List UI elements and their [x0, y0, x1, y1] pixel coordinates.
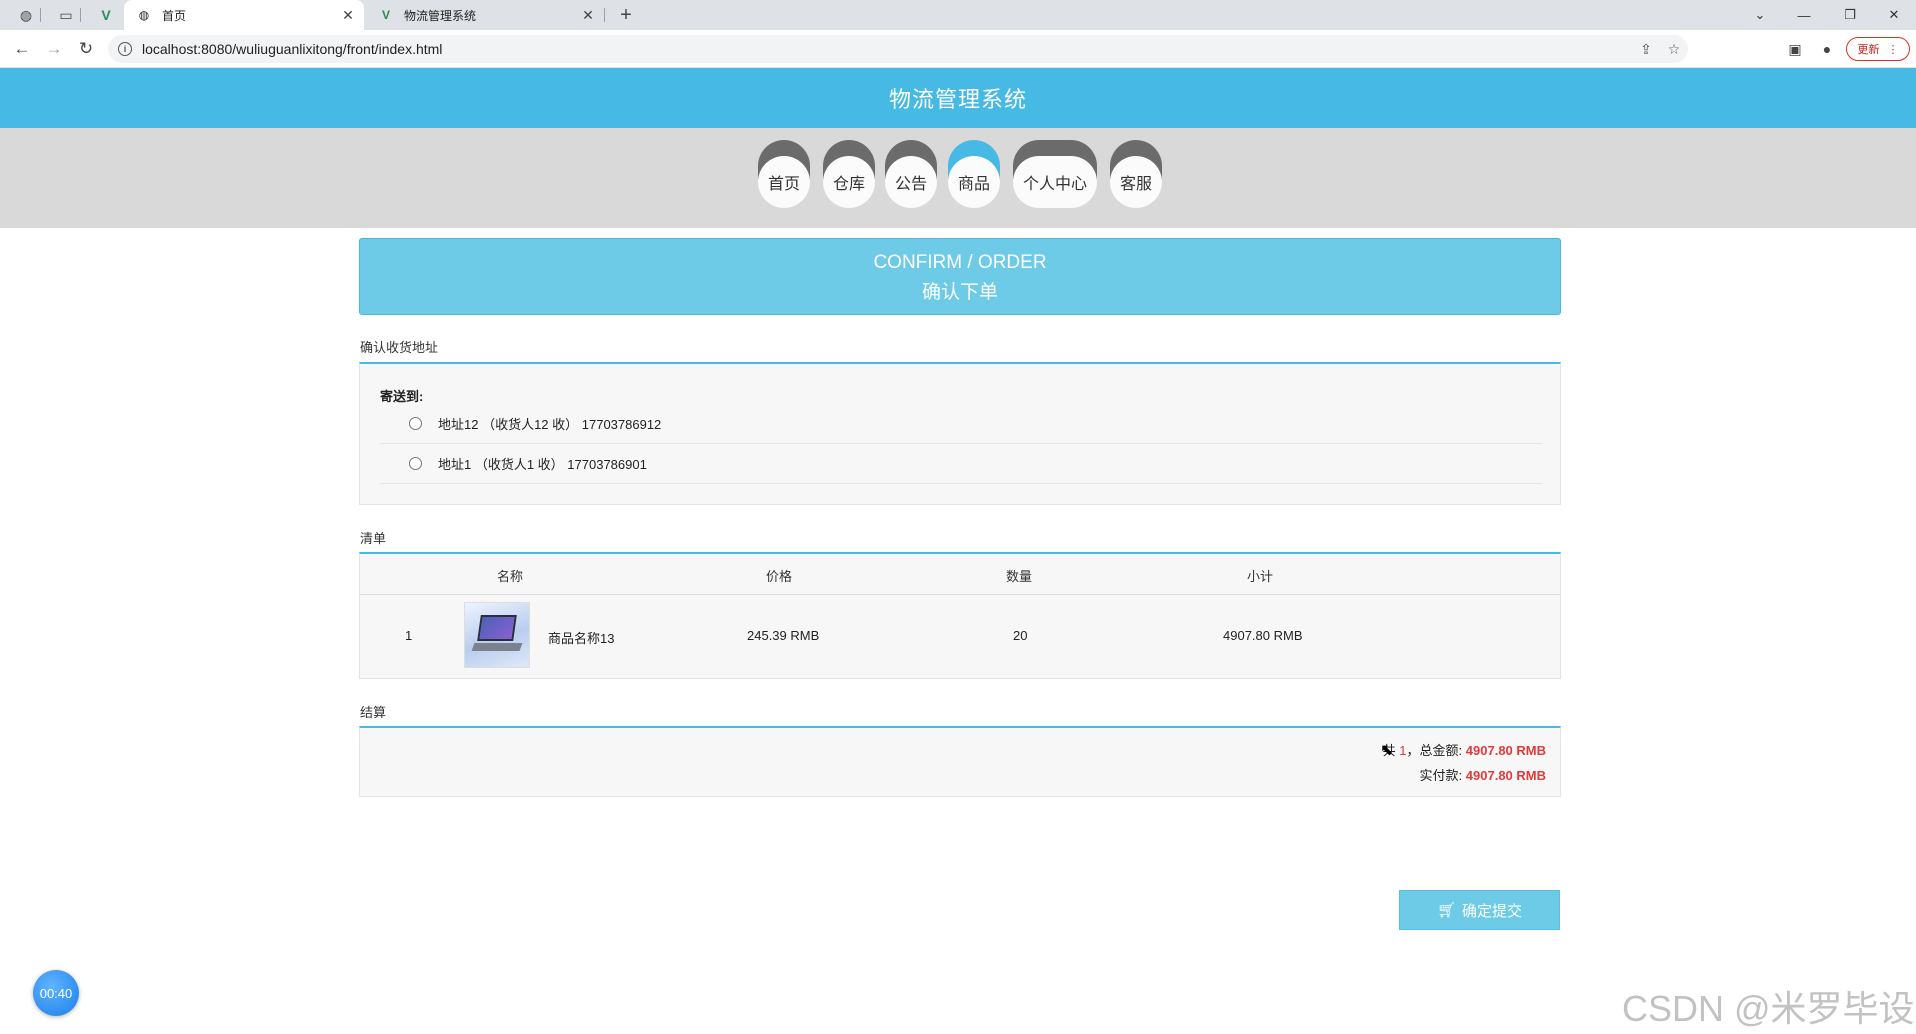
nav-label: 商品: [948, 156, 1000, 208]
radio-button[interactable]: [409, 417, 422, 430]
nav-item-personal-center[interactable]: 个人中心: [1013, 140, 1097, 210]
column-header-qty: 数量: [1006, 569, 1033, 584]
product-qty: 20: [1013, 628, 1028, 643]
tab-home[interactable]: ◍ 首页 ✕: [124, 0, 364, 30]
product-name[interactable]: 商品名称13: [548, 628, 614, 647]
mouse-cursor-icon: ⬉: [1380, 742, 1394, 759]
url-text[interactable]: localhost:8080/wuliuguanlixitong/front/i…: [142, 41, 1632, 57]
banner-title-zh: 确认下单: [921, 282, 998, 303]
banner-title-en: CONFIRM / ORDER: [873, 252, 1047, 273]
close-icon[interactable]: ✕: [578, 7, 598, 24]
share-icon[interactable]: ⇪: [1632, 41, 1660, 58]
update-button[interactable]: 更新 ⋮: [1846, 37, 1910, 61]
laptop-screen: [477, 615, 517, 641]
nav-label: 个人中心: [1013, 156, 1097, 208]
tab-logistics[interactable]: V 物流管理系统 ✕: [366, 0, 604, 30]
plus-icon[interactable]: +: [616, 4, 636, 26]
close-window-icon[interactable]: ✕: [1874, 0, 1914, 30]
column-header-subtotal: 小计: [1247, 569, 1274, 584]
address-text: 地址12 （收货人12 收） 17703786912: [438, 417, 662, 432]
minimize-icon[interactable]: —: [1784, 0, 1824, 30]
recording-timer[interactable]: 00:40: [33, 970, 79, 1016]
table-header: 名称 价格 数量 小计: [360, 554, 1560, 595]
row-index: 1: [405, 628, 413, 643]
browser-toolbar: ← → ↻ i localhost:8080/wuliuguanlixitong…: [0, 30, 1916, 68]
browser-tab-strip: ◍ ▭ V ◍ 首页 ✕ V 物流管理系统 ✕ + ⌄ — ❐ ✕: [0, 0, 1916, 30]
tab-separator: [604, 8, 605, 22]
address-box: 寄送到: 地址12 （收货人12 收） 17703786912 地址1 （收货人…: [359, 362, 1561, 505]
settle-section-title: 结算: [360, 705, 387, 720]
laptop-base: [471, 643, 523, 651]
total-label: ，总金额:: [1406, 743, 1463, 758]
nav-item-warehouse[interactable]: 仓库: [823, 140, 875, 210]
tab-separator: [80, 8, 81, 22]
ship-to-label: 寄送到:: [380, 389, 424, 404]
tab-separator: [40, 8, 41, 22]
vue-logo-icon: V: [381, 8, 390, 22]
nav-item-home[interactable]: 首页: [758, 140, 810, 210]
address-text: 地址1 （收货人1 收） 17703786901: [438, 457, 647, 472]
back-arrow-icon[interactable]: ←: [10, 38, 34, 60]
table-row: 1 商品名称13 245.39 RMB 20 4907.80 RMB: [360, 595, 1560, 677]
product-thumbnail[interactable]: [464, 602, 530, 668]
update-label: 更新: [1857, 44, 1880, 56]
list-section-title: 清单: [360, 531, 387, 546]
confirm-order-banner: CONFIRM / ORDER 确认下单: [359, 238, 1561, 315]
cart-icon: 🛒︎: [1436, 902, 1457, 919]
vue-logo-icon[interactable]: V: [96, 5, 116, 25]
blank-page-icon[interactable]: ▭: [56, 5, 76, 25]
close-icon[interactable]: ✕: [338, 7, 358, 24]
tab-title: 首页: [162, 8, 187, 23]
site-title: 物流管理系统: [888, 87, 1027, 112]
column-header-name: 名称: [497, 569, 524, 584]
product-subtotal: 4907.80 RMB: [1223, 628, 1303, 643]
nav-item-notice[interactable]: 公告: [885, 140, 937, 210]
submit-order-button[interactable]: 🛒︎ 确定提交: [1399, 890, 1560, 930]
tab-title: 物流管理系统: [404, 8, 477, 23]
globe-icon: ◍: [138, 8, 150, 22]
site-header: 物流管理系统: [0, 68, 1916, 128]
reload-icon[interactable]: ↻: [74, 38, 98, 60]
side-panel-icon[interactable]: ▣: [1784, 39, 1806, 59]
nav-label: 首页: [758, 156, 810, 208]
paid-label: 实付款:: [1419, 768, 1463, 783]
nav-label: 客服: [1110, 156, 1162, 208]
more-vert-icon: ⋮: [1887, 43, 1899, 56]
submit-label: 确定提交: [1462, 902, 1523, 920]
main-nav: 首页 仓库 公告 商品 个人中心 客服: [0, 128, 1916, 228]
settlement-box: 共 1，总金额: 4907.80 RMB 实付款: 4907.80 RMB: [359, 726, 1561, 797]
address-option[interactable]: 地址1 （收货人1 收） 17703786901: [380, 444, 1542, 484]
restore-icon[interactable]: ❐: [1830, 0, 1870, 30]
radio-button[interactable]: [409, 457, 422, 470]
address-bar[interactable]: i localhost:8080/wuliuguanlixitong/front…: [108, 35, 1688, 63]
profile-icon[interactable]: ●: [1816, 39, 1838, 59]
forward-arrow-icon[interactable]: →: [42, 38, 66, 60]
globe-icon[interactable]: ◍: [16, 5, 36, 25]
page: 物流管理系统 首页 仓库 公告 商品 个人中心 客服 CONFIRM / ORD…: [0, 68, 1916, 1034]
nav-item-customer-service[interactable]: 客服: [1110, 140, 1162, 210]
nav-label: 公告: [885, 156, 937, 208]
order-list-table: 名称 价格 数量 小计 1 商品名称13 245.39 RMB 20 4907.…: [359, 552, 1561, 679]
nav-label: 仓库: [823, 156, 875, 208]
paid-amount: 4907.80 RMB: [1465, 768, 1546, 783]
total-line: 共 1，总金额: 4907.80 RMB: [1383, 740, 1546, 759]
paid-line: 实付款: 4907.80 RMB: [1420, 765, 1546, 784]
nav-item-goods[interactable]: 商品: [948, 140, 1000, 210]
chevron-down-icon[interactable]: ⌄: [1740, 0, 1780, 30]
star-icon[interactable]: ☆: [1660, 41, 1688, 58]
address-section-title: 确认收货地址: [360, 340, 439, 355]
total-amount: 4907.80 RMB: [1465, 743, 1546, 758]
info-icon[interactable]: i: [118, 42, 132, 56]
item-count: 1: [1399, 743, 1407, 758]
column-header-price: 价格: [766, 569, 793, 584]
watermark: CSDN @米罗毕设: [1622, 988, 1915, 1029]
address-option[interactable]: 地址12 （收货人12 收） 17703786912: [380, 404, 1542, 444]
product-price: 245.39 RMB: [747, 628, 820, 643]
